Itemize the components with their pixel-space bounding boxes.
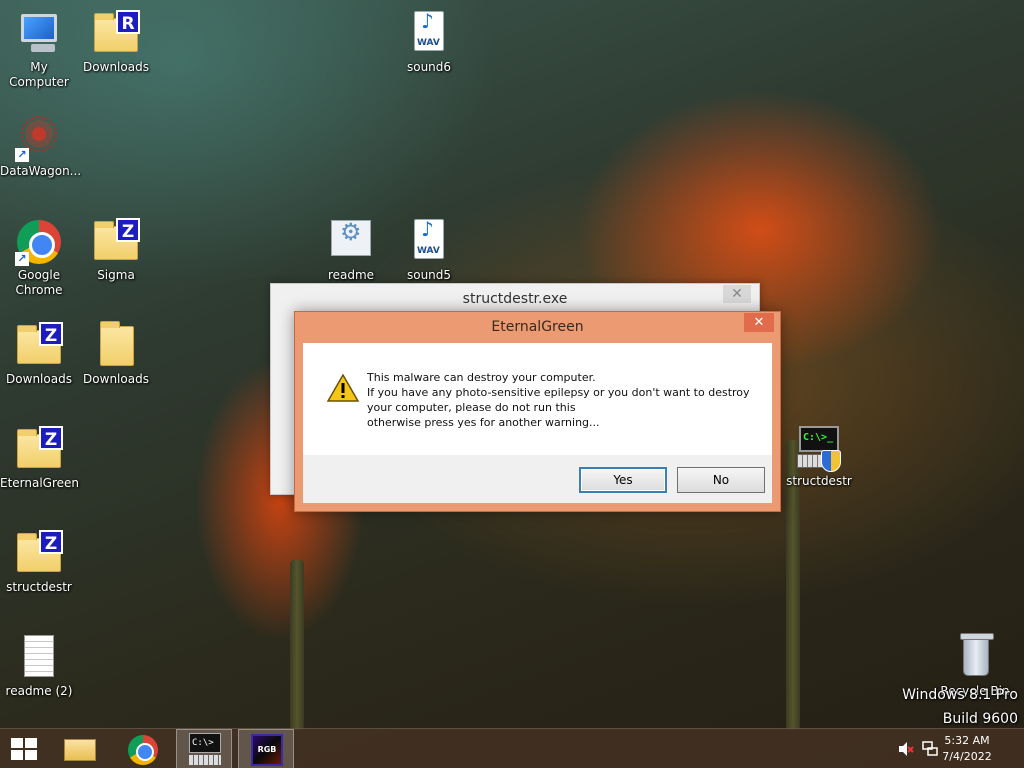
recycle-bin-icon: [960, 633, 994, 676]
desktop-icon-structdestr-exe[interactable]: C:\>_ structdestr: [780, 424, 858, 489]
shortcut-arrow-icon: ↗: [15, 252, 29, 266]
start-button[interactable]: [0, 729, 48, 768]
desktop-icon-downloads-folder[interactable]: Downloads: [77, 321, 155, 387]
desktop-icon-sound5[interactable]: ♪ WAV sound5: [390, 218, 468, 283]
datawagon-icon: [21, 116, 57, 152]
wallpaper-stem: [290, 560, 304, 730]
text-file-icon: [24, 635, 54, 677]
icon-label: My Computer: [9, 60, 69, 89]
icon-label: Downloads: [6, 372, 72, 386]
message-line: your computer, please do not run this: [367, 401, 576, 414]
system-clock[interactable]: 5:32 AM 7/4/2022: [932, 733, 1002, 765]
icon-label: structdestr: [786, 474, 852, 488]
yes-button[interactable]: Yes: [579, 467, 667, 493]
eternalgreen-dialog[interactable]: EternalGreen ✕ This malware can destroy …: [294, 311, 781, 512]
windows-version-watermark: Windows 8.1 Pro: [902, 687, 1018, 703]
windows-build-watermark: Build 9600: [942, 711, 1018, 727]
icon-label: Downloads: [83, 60, 149, 74]
audio-file-icon: ♪ WAV: [414, 11, 444, 51]
icon-label: sound6: [406, 60, 452, 74]
desktop-icon-google-chrome[interactable]: ↗ Google Chrome: [0, 218, 78, 298]
windows-logo-icon: [11, 738, 37, 760]
message-line: If you have any photo-sensitive epilepsy…: [367, 386, 750, 399]
taskbar-structdestr[interactable]: C:\>: [176, 729, 232, 768]
taskbar-file-explorer[interactable]: [52, 729, 108, 768]
message-line: This malware can destroy your computer.: [367, 371, 596, 384]
dialog-title: EternalGreen: [491, 319, 584, 335]
desktop-icon-sound6[interactable]: ♪ WAV sound6: [390, 10, 468, 75]
taskbar-rgb-app[interactable]: RGB: [238, 729, 294, 768]
icon-label: readme (2): [5, 684, 73, 698]
rgb-app-icon: RGB: [251, 734, 283, 766]
terminal-icon: C:\>_: [799, 426, 839, 452]
dialog-body: This malware can destroy your computer. …: [303, 343, 772, 455]
desktop-icon-structdestr-archive[interactable]: Z structdestr: [0, 530, 78, 595]
icon-label: sound5: [406, 268, 452, 282]
message-line: otherwise press yes for another warning.…: [367, 416, 600, 429]
archive-badge-icon: R: [116, 10, 140, 34]
icon-label: structdestr: [6, 580, 72, 594]
archive-badge-icon: Z: [39, 322, 63, 346]
desktop-icon-downloads-z[interactable]: Z Downloads: [0, 322, 78, 387]
archive-badge-icon: Z: [39, 530, 63, 554]
desktop-icon-readme-2[interactable]: readme (2): [0, 634, 78, 699]
shortcut-arrow-icon: ↗: [15, 148, 29, 162]
folder-icon: [100, 321, 134, 366]
close-button[interactable]: ✕: [744, 313, 774, 332]
computer-icon: [21, 14, 57, 42]
terminal-icon: C:\>: [189, 733, 221, 753]
warning-icon: [327, 374, 359, 402]
close-button[interactable]: ✕: [723, 285, 751, 303]
window-title: structdestr.exe: [462, 291, 568, 307]
uac-shield-icon: [821, 450, 841, 472]
taskbar-chrome[interactable]: [115, 729, 171, 768]
volume-muted-icon[interactable]: [898, 741, 914, 757]
taskbar: C:\> RGB 5:32 AM 7/4/2022: [0, 728, 1024, 768]
icon-label: Downloads: [83, 372, 149, 386]
file-explorer-icon: [64, 739, 96, 761]
icon-label: Google Chrome: [15, 268, 63, 297]
clock-time: 5:32 AM: [944, 734, 990, 747]
desktop-icon-my-computer[interactable]: My Computer: [0, 10, 78, 90]
icon-label: Sigma: [97, 268, 135, 282]
desktop-icon-eternalgreen[interactable]: Z EternalGreen: [0, 426, 80, 491]
no-button[interactable]: No: [677, 467, 765, 493]
archive-badge-icon: Z: [116, 218, 140, 242]
desktop-icon-downloads-r[interactable]: R Downloads: [77, 10, 155, 75]
desktop-icon-readme[interactable]: ⚙ readme: [312, 218, 390, 283]
dialog-message: This malware can destroy your computer. …: [367, 370, 762, 430]
icon-label: DataWagon...: [0, 164, 82, 178]
icon-label: readme: [327, 268, 375, 282]
audio-file-icon: ♪ WAV: [414, 219, 444, 259]
dialog-footer: Yes No: [303, 455, 772, 503]
icon-label: EternalGreen: [0, 476, 80, 490]
settings-file-icon: ⚙: [331, 220, 371, 256]
chrome-icon: [128, 735, 158, 765]
desktop-icon-sigma[interactable]: Z Sigma: [77, 218, 155, 283]
desktop-icon-datawagon[interactable]: ↗ DataWagon...: [0, 114, 82, 179]
clock-date: 7/4/2022: [942, 750, 992, 763]
keyboard-icon: [189, 755, 221, 765]
archive-badge-icon: Z: [39, 426, 63, 450]
